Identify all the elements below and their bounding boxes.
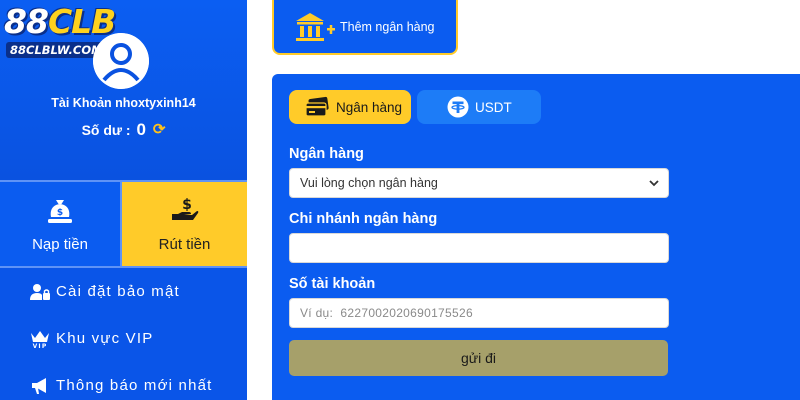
bank-select[interactable]: Vui lòng chọn ngân hàng — [289, 168, 669, 198]
sidebar: 88CLB 88CLBLW.COM Tài Khoản nhoxtyxinh14… — [0, 0, 247, 400]
tab-bank-label: Ngân hàng — [336, 99, 403, 115]
deposit-button[interactable]: $ Nạp tiền — [0, 182, 120, 266]
user-lock-icon — [30, 283, 50, 301]
withdraw-label: Rút tiền — [158, 235, 211, 253]
account-number-input[interactable] — [290, 299, 668, 327]
tab-usdt-label: USDT — [475, 99, 512, 115]
account-name: Tài Khoản nhoxtyxinh14 — [51, 96, 196, 110]
chevron-down-icon — [649, 180, 659, 187]
withdraw-button[interactable]: $ Rút tiền — [122, 182, 247, 266]
tab-bank[interactable]: Ngân hàng — [289, 90, 411, 124]
tether-icon — [447, 96, 469, 118]
sidebar-item-label: Khu vực VIP — [56, 330, 154, 347]
branch-field-label: Chi nhánh ngân hàng — [289, 211, 438, 227]
sidebar-item-security[interactable]: Cài đặt bảo mật — [0, 268, 247, 315]
sidebar-item-label: Cài đặt bảo mật — [56, 283, 180, 300]
hand-money-icon: $ — [171, 197, 198, 220]
sidebar-item-vip[interactable]: VIP Khu vực VIP — [0, 315, 247, 362]
vip-crown-icon: VIP — [30, 330, 50, 348]
logo-domain: 88CLBLW.COM — [6, 42, 107, 58]
logo-text: 88CLB — [4, 2, 116, 41]
user-avatar-icon — [93, 33, 149, 89]
sidebar-item-notifications[interactable]: Thông báo mới nhất — [0, 362, 247, 400]
account-number-field-label: Số tài khoản — [289, 276, 376, 292]
tab-usdt[interactable]: USDT — [417, 90, 541, 124]
branch-field — [289, 233, 669, 263]
money-bag-icon: $ — [48, 199, 72, 223]
balance: Số dư : 0 ⟳ — [0, 120, 247, 140]
sidebar-item-label: Thông báo mới nhất — [56, 377, 213, 394]
withdraw-form-panel: Ngân hàng USDT Ngân hàng Vui lòng chọn n… — [272, 74, 800, 400]
branch-input[interactable] — [290, 234, 668, 262]
account-number-field — [289, 298, 669, 328]
refresh-icon[interactable]: ⟳ — [153, 120, 166, 138]
avatar[interactable] — [93, 33, 149, 89]
megaphone-icon — [30, 377, 50, 395]
balance-value: 0 — [136, 120, 146, 139]
bank-add-icon — [296, 12, 335, 41]
add-bank-tab[interactable]: Thêm ngân hàng — [272, 0, 458, 55]
add-bank-label: Thêm ngân hàng — [340, 19, 435, 34]
svg-text:VIP: VIP — [33, 343, 48, 348]
submit-button[interactable]: gửi đi — [289, 340, 668, 376]
deposit-label: Nạp tiền — [32, 235, 88, 253]
bank-select-value: Vui lòng chọn ngân hàng — [300, 176, 438, 190]
profile-panel: 88CLB 88CLBLW.COM Tài Khoản nhoxtyxinh14… — [0, 0, 247, 180]
card-icon — [305, 96, 329, 117]
bank-field-label: Ngân hàng — [289, 146, 364, 162]
svg-text:$: $ — [57, 208, 63, 218]
balance-label: Số dư : — [81, 122, 131, 138]
sidebar-menu: Cài đặt bảo mật VIP Khu vực VIP Thông bá… — [0, 268, 247, 400]
svg-text:$: $ — [182, 197, 192, 213]
